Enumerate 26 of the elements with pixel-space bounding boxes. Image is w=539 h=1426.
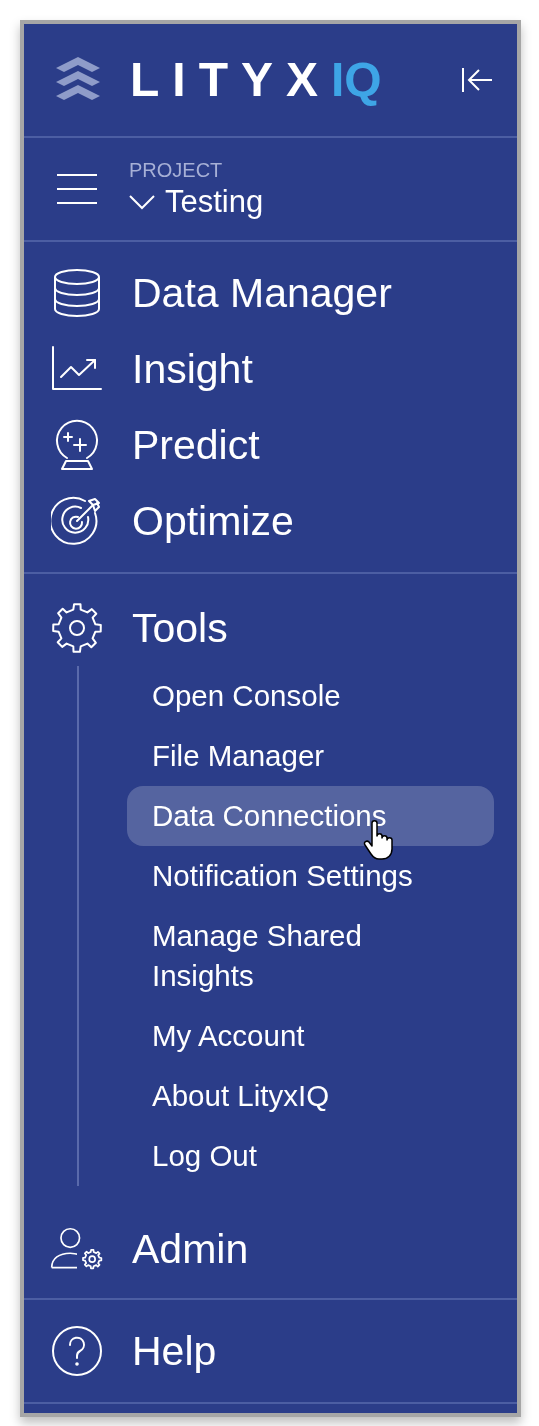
database-icon	[51, 267, 103, 319]
submenu-item[interactable]: Manage Shared Insights	[127, 906, 494, 1006]
line-chart-icon	[51, 346, 103, 392]
submenu-item[interactable]: My Account	[127, 1006, 494, 1066]
collapse-button[interactable]	[459, 65, 495, 95]
gear-icon	[51, 602, 103, 654]
project-dropdown[interactable]: Testing	[129, 183, 264, 220]
submenu-item[interactable]: Log Out	[127, 1126, 494, 1186]
help-icon	[51, 1325, 103, 1377]
nav-item[interactable]: Data Manager	[132, 269, 392, 317]
target-icon	[51, 495, 103, 547]
nav-item[interactable]: Admin	[132, 1225, 249, 1273]
submenu-item[interactable]: File Manager	[127, 726, 494, 786]
submenu-item[interactable]: Notification Settings	[127, 846, 494, 906]
nav-item[interactable]: Optimize	[132, 497, 294, 545]
project-label: PROJECT	[129, 158, 224, 182]
nav-item[interactable]: Insight	[132, 345, 253, 393]
layers-logo-icon	[56, 57, 100, 103]
nav-item[interactable]: Predict	[132, 421, 260, 469]
brand-logo: LITYX IQ	[130, 56, 382, 104]
submenu-item[interactable]: Open Console	[127, 666, 494, 726]
chevron-down-icon	[129, 193, 155, 210]
submenu-item[interactable]: About LityxIQ	[127, 1066, 494, 1126]
nav-item[interactable]: Help	[132, 1327, 217, 1375]
nav-item[interactable]: Tools	[132, 604, 228, 652]
menu-icon[interactable]	[57, 172, 97, 206]
